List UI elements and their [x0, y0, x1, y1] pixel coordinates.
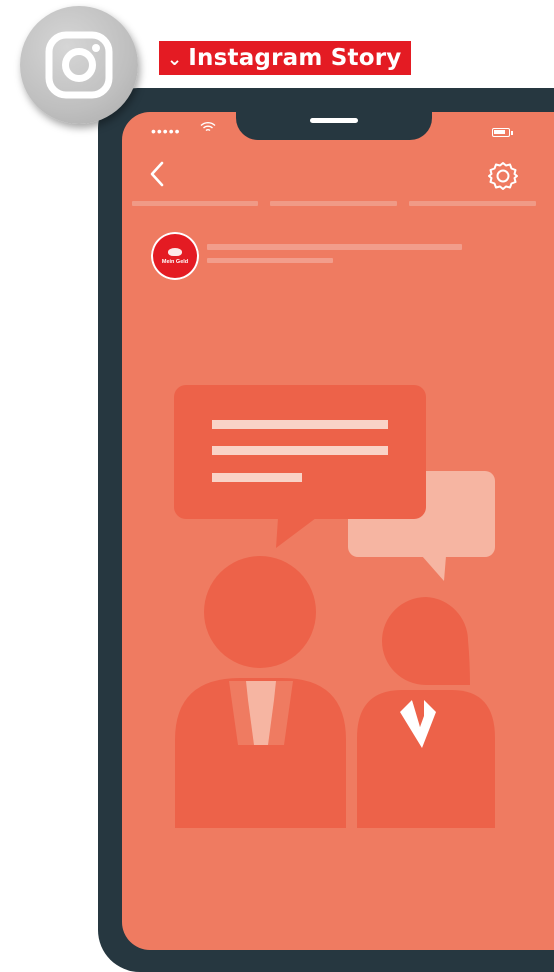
- story-type-tag: ⌄ Instagram Story: [159, 41, 412, 75]
- man-figure: [175, 556, 346, 828]
- instagram-badge: [20, 6, 138, 124]
- tag-label: Instagram Story: [188, 45, 402, 71]
- instagram-icon: [45, 31, 113, 99]
- speaker: [310, 118, 358, 123]
- phone-notch: [236, 98, 432, 140]
- woman-figure: [357, 597, 495, 828]
- chevron-down-icon: ⌄: [167, 48, 183, 70]
- conversation-illustration: [174, 385, 495, 828]
